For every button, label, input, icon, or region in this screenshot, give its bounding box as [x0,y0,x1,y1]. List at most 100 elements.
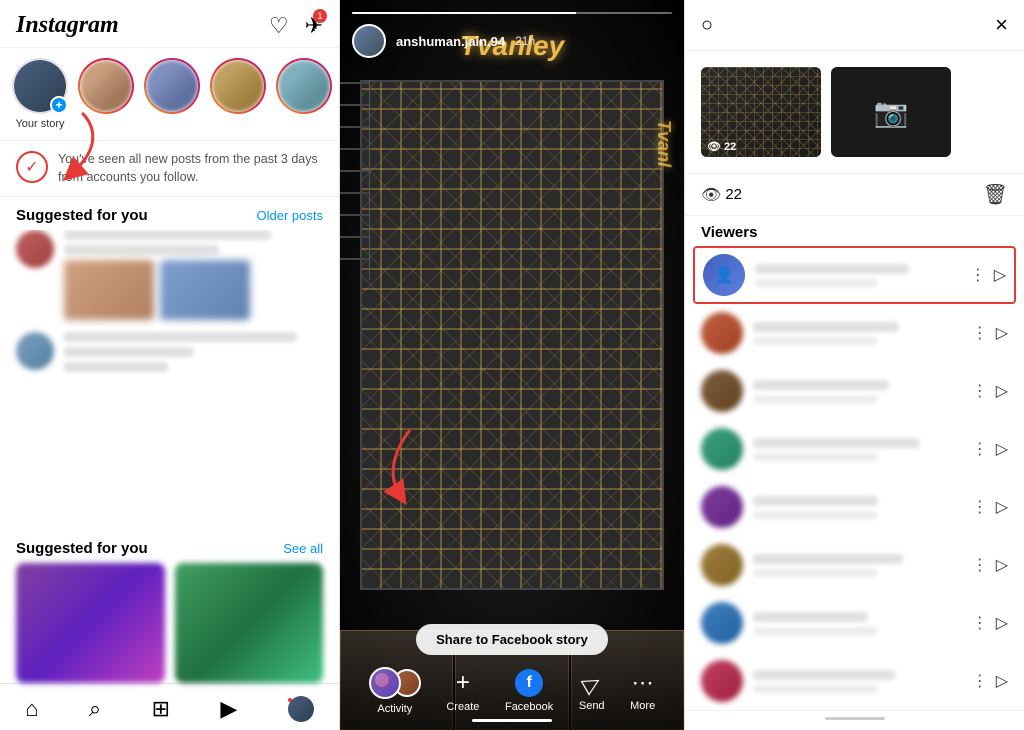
send-icon-5[interactable]: ▷ [996,497,1008,517]
three-dots-icon-3[interactable]: ⋮ [972,381,988,401]
story-thumb-camera[interactable]: 📷 [831,67,951,157]
three-dots-icon-8[interactable]: ⋮ [972,671,988,691]
send-icon-6[interactable]: ▷ [996,555,1008,575]
nav-item-reels[interactable]: ▶ [212,692,245,726]
story-thumb-building[interactable]: 👁 22 [701,67,821,157]
send-icon: ▷ [578,668,606,699]
viewer-avatar-6 [701,544,743,586]
viewer-info-2 [753,322,962,345]
viewer-item-4[interactable]: ⋮ ▷ [685,420,1024,478]
three-dots-icon-1[interactable]: ⋮ [970,265,986,285]
send-icon-1[interactable]: ▷ [994,265,1006,285]
messenger-icon[interactable]: ✈ 1 [305,13,323,39]
nav-item-add[interactable]: ⊞ [144,692,178,726]
viewer-item-highlighted[interactable]: 👤 ⋮ ▷ [693,246,1016,304]
older-posts-link[interactable]: Older posts [257,208,323,223]
viewer-name-bar-4 [753,438,920,448]
close-button[interactable]: × [995,12,1008,38]
viewer-item-2[interactable]: ⋮ ▷ [685,304,1024,362]
suggested-header-1: Suggested for you Older posts [0,197,339,230]
three-dots-icon-7[interactable]: ⋮ [972,613,988,633]
viewer-sub-bar-8 [753,685,878,693]
stories-row: + Your story [0,48,339,141]
delete-button[interactable]: 🗑 [983,182,1008,207]
viewer-item-5[interactable]: ⋮ ▷ [685,478,1024,536]
story-item-1[interactable] [78,58,134,130]
viewer-name-bar-5 [753,496,878,506]
story-avatar-1 [78,58,134,114]
story-avatar-wrap-3 [210,58,266,114]
viewer-item-7[interactable]: ⋮ ▷ [685,594,1024,652]
viewer-actions-7: ⋮ ▷ [972,613,1008,633]
viewer-item-6[interactable]: ⋮ ▷ [685,536,1024,594]
instagram-header: Instagram ♡ ✈ 1 [0,0,339,48]
share-fb-button[interactable]: Share to Facebook story [416,624,608,655]
three-dots-icon-4[interactable]: ⋮ [972,439,988,459]
story-item-3[interactable] [210,58,266,130]
viewer-item-8[interactable]: ⋮ ▷ [685,652,1024,710]
three-dots-icon-6[interactable]: ⋮ [972,555,988,575]
viewer-info-4 [753,438,962,461]
viewers-title: Viewers [701,224,757,241]
add-story-button[interactable]: + [50,96,68,114]
story-item-4[interactable] [276,58,332,130]
story-avatar-wrap-4 [276,58,332,114]
viewer-sub-bar-4 [753,453,878,461]
story-avatar-img-3 [212,60,264,112]
create-icon: + [456,669,470,697]
viewer-actions-1: ⋮ ▷ [970,265,1006,285]
suggested-title-2: Suggested for you [16,540,148,557]
viewers-section-header: Viewers [685,216,1024,246]
story-action-create[interactable]: + Create [446,669,479,713]
nav-item-profile[interactable] [280,692,322,726]
story-user-row: anshuman.jain.94 21h [352,24,672,58]
send-icon-3[interactable]: ▷ [996,381,1008,401]
suggested-card-1[interactable] [16,563,165,683]
story-action-send[interactable]: ▷ Send [579,670,605,712]
three-dots-icon-5[interactable]: ⋮ [972,497,988,517]
camera-thumbnail: 📷 [831,67,951,157]
viewer-name-bar-1 [755,264,909,274]
right-panel-header: ○ × [685,0,1024,51]
story-item-own[interactable]: + Your story [12,58,68,130]
nav-item-home[interactable]: ⌂ [17,692,46,726]
activity-avatars [369,667,421,699]
story-thumbnails: 👁 22 📷 [685,51,1024,174]
blurred-post-2 [16,332,323,372]
story-avatar-4 [276,58,332,114]
blurred-posts-area [0,230,339,530]
blur-line [64,347,194,357]
story-action-facebook[interactable]: f Facebook [505,669,553,713]
viewer-name-bar-2 [753,322,899,332]
viewers-list[interactable]: 👤 ⋮ ▷ ⋮ ▷ [685,246,1024,710]
viewer-actions-8: ⋮ ▷ [972,671,1008,691]
more-label: More [630,700,655,712]
see-all-link[interactable]: See all [283,541,323,556]
three-dots-icon-2[interactable]: ⋮ [972,323,988,343]
viewer-sub-bar-5 [753,511,878,519]
send-label: Send [579,700,605,712]
heart-icon[interactable]: ♡ [269,13,289,39]
viewer-avatar-5 [701,486,743,528]
story-item-2[interactable] [144,58,200,130]
send-icon-8[interactable]: ▷ [996,671,1008,691]
send-icon-4[interactable]: ▷ [996,439,1008,459]
story-avatar-img-2 [146,60,198,112]
middle-panel: anshuman.jain.94 21h Tvanley Tvanl [340,0,684,730]
more-icon: ⋯ [632,670,654,696]
viewer-avatar-3 [701,370,743,412]
suggested-card-2[interactable] [175,563,324,683]
viewer-item-3[interactable]: ⋮ ▷ [685,362,1024,420]
right-panel-footer [685,710,1024,730]
building-facade [360,80,664,590]
create-label: Create [446,701,479,713]
viewer-sub-bar-2 [753,337,878,345]
nav-item-search[interactable]: ⌕ [81,692,109,726]
viewer-actions-6: ⋮ ▷ [972,555,1008,575]
send-icon-2[interactable]: ▷ [996,323,1008,343]
send-icon-7[interactable]: ▷ [996,613,1008,633]
story-action-more[interactable]: ⋯ More [630,670,655,712]
blurred-post-1 [16,230,323,320]
story-action-activity[interactable]: Activity [369,667,421,715]
viewer-avatar-img-1: 👤 [703,254,745,296]
